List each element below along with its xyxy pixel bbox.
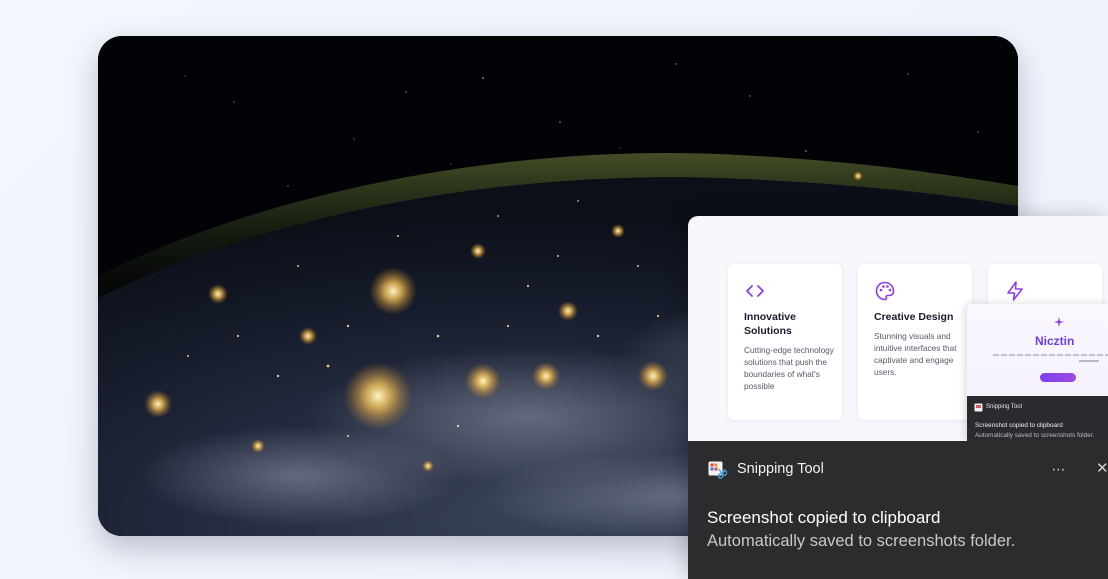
nested-preview-thumbnail: Nicztin Snipping Tool Screenshot copied …	[967, 304, 1108, 441]
cta-button-thumbnail	[1040, 373, 1076, 382]
mini-toast-title: Screenshot copied to clipboard	[975, 422, 1063, 429]
feature-card-innovative: Innovative Solutions Cutting-edge techno…	[728, 264, 842, 420]
feature-title: Creative Design	[874, 311, 954, 323]
feature-card-creative: Creative Design Stunning visuals and int…	[858, 264, 972, 420]
close-notification-button[interactable]: ✕	[1096, 457, 1108, 481]
feature-title: Innovative Solutions	[744, 311, 796, 337]
notification-app-name: Snipping Tool	[737, 461, 824, 477]
palette-icon	[875, 281, 895, 301]
more-options-button[interactable]: ⋯	[1048, 457, 1070, 481]
mini-toast: Snipping Tool Screenshot copied to clipb…	[967, 396, 1108, 441]
text-placeholder	[1079, 360, 1099, 362]
notification-title: Screenshot copied to clipboard	[707, 508, 941, 527]
mini-toast-app-name: Snipping Tool	[986, 404, 1022, 410]
text-placeholder	[993, 353, 1108, 357]
brand-name: Nicztin	[1035, 334, 1075, 348]
feature-description: Stunning visuals and intuitive interface…	[874, 331, 957, 377]
snipping-tool-icon	[708, 461, 727, 479]
sparkle-icon	[1054, 317, 1064, 327]
mini-toast-subtitle: Automatically saved to screenshots folde…	[975, 432, 1095, 439]
snipping-tool-icon	[974, 403, 983, 412]
notification-subtitle: Automatically saved to screenshots folde…	[707, 532, 1016, 550]
code-icon	[746, 285, 764, 297]
feature-description: Cutting-edge technology solutions that p…	[744, 345, 834, 391]
snipping-tool-notification[interactable]: Snipping Tool ⋯ ✕ Screenshot copied to c…	[688, 441, 1108, 579]
lightning-icon	[1007, 281, 1023, 301]
